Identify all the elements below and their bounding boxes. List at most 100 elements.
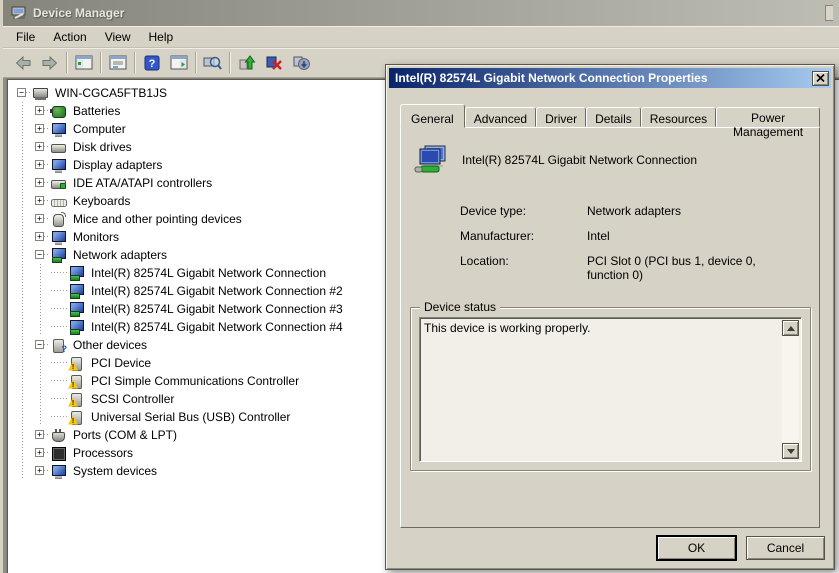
status-scrollbar[interactable] [782, 320, 799, 459]
tree-connector [51, 326, 67, 327]
tree-item-label: Ports (COM & LPT) [73, 428, 178, 442]
forward-button[interactable] [36, 50, 63, 75]
tab-resources[interactable]: Resources [640, 107, 717, 127]
tree-indent-line [31, 300, 49, 318]
tree-connector [44, 470, 49, 471]
menu-action[interactable]: Action [44, 27, 95, 47]
tree-expand-toggle[interactable] [49, 390, 67, 408]
tree-indent-line [13, 138, 31, 156]
tree-expand-toggle[interactable]: + [31, 192, 49, 210]
close-button[interactable] [812, 70, 829, 86]
device-icon [50, 446, 67, 461]
tree-expand-toggle[interactable]: − [13, 84, 31, 102]
tree-expand-toggle[interactable]: + [31, 174, 49, 192]
tree-item-label: Disk drives [73, 140, 132, 154]
scroll-down-button[interactable] [782, 443, 799, 459]
expand-box-icon: + [35, 448, 44, 457]
field-label-device-type: Device type: [460, 204, 527, 218]
back-button[interactable] [9, 50, 36, 75]
tree-indent-line [13, 174, 31, 192]
dialog-titlebar[interactable]: Intel(R) 82574L Gigabit Network Connecti… [389, 68, 831, 88]
tree-expand-toggle[interactable]: + [31, 120, 49, 138]
tree-item-label: Display adapters [73, 158, 163, 172]
tree-indent-line [13, 120, 31, 138]
properties-button[interactable] [104, 50, 131, 75]
tree-expand-toggle[interactable] [49, 354, 67, 372]
dialog-title: Intel(R) 82574L Gigabit Network Connecti… [395, 71, 708, 85]
device-icon [32, 86, 49, 101]
show-console-tree-button[interactable] [70, 50, 97, 75]
tree-indent-line [13, 426, 31, 444]
tab-power-management[interactable]: Power Management [716, 107, 820, 139]
tree-indent-line [13, 246, 31, 264]
tab-driver[interactable]: Driver [536, 107, 587, 127]
tree-expand-toggle[interactable] [49, 264, 67, 282]
expand-box-icon: + [35, 466, 44, 475]
tree-expand-toggle[interactable] [49, 318, 67, 336]
menu-help[interactable]: Help [140, 27, 183, 47]
cancel-button[interactable]: Cancel [746, 536, 825, 560]
device-status-label: Device status [420, 300, 501, 314]
tab-general[interactable]: General [400, 104, 465, 128]
field-value-location: PCI Slot 0 (PCI bus 1, device 0, functio… [587, 254, 756, 282]
tree-expand-toggle[interactable] [49, 300, 67, 318]
expand-box-icon: − [35, 250, 44, 259]
window-title: Device Manager [33, 6, 125, 20]
tree-connector [44, 236, 49, 237]
scroll-up-button[interactable] [782, 320, 799, 336]
ok-button[interactable]: OK [657, 536, 736, 560]
tree-connector [51, 416, 67, 417]
arrow-down-icon [786, 448, 795, 458]
tree-connector [44, 254, 49, 255]
tree-expand-toggle[interactable]: + [31, 102, 49, 120]
main-titlebar[interactable]: Device Manager [3, 0, 839, 26]
tree-item-label: WIN-CGCA5FTB1JS [55, 86, 168, 100]
device-icon [50, 122, 67, 137]
tree-item-label: PCI Device [91, 356, 152, 370]
tree-indent-line [13, 390, 31, 408]
device-icon [50, 140, 67, 155]
menu-bar: File Action View Help [3, 26, 839, 48]
scan-for-hardware-changes-button[interactable] [287, 50, 314, 75]
tree-expand-toggle[interactable] [49, 408, 67, 426]
device-status-textbox[interactable]: This device is working properly. [419, 317, 802, 462]
tree-expand-toggle[interactable]: + [31, 462, 49, 480]
device-icon [50, 428, 67, 443]
tab-details[interactable]: Details [586, 107, 641, 127]
menu-view[interactable]: View [96, 27, 140, 47]
help-button[interactable]: ? [138, 50, 165, 75]
tree-expand-toggle[interactable]: + [31, 444, 49, 462]
tree-indent-line [13, 210, 31, 228]
tree-connector [44, 200, 49, 201]
scan-button[interactable] [199, 50, 226, 75]
tree-expand-toggle[interactable]: + [31, 138, 49, 156]
expand-box-icon: + [35, 178, 44, 187]
tree-item-label: Intel(R) 82574L Gigabit Network Connecti… [91, 320, 343, 334]
toolbar-separator [195, 52, 196, 73]
device-status-text: This device is working properly. [424, 321, 591, 335]
tree-indent-line [31, 318, 49, 336]
uninstall-button[interactable] [260, 50, 287, 75]
tree-expand-toggle[interactable]: − [31, 336, 49, 354]
update-driver-software-button[interactable] [233, 50, 260, 75]
field-value-manufacturer: Intel [587, 229, 610, 243]
tree-expand-toggle[interactable]: + [31, 426, 49, 444]
tree-item-label: Network adapters [73, 248, 168, 262]
tree-expand-toggle[interactable]: − [31, 246, 49, 264]
tree-indent-line [13, 156, 31, 174]
tree-expand-toggle[interactable]: + [31, 156, 49, 174]
tab-advanced[interactable]: Advanced [464, 107, 537, 127]
tree-item-label: IDE ATA/ATAPI controllers [73, 176, 213, 190]
menu-file[interactable]: File [7, 27, 44, 47]
tree-expand-toggle[interactable]: + [31, 210, 49, 228]
show-action-pane-button[interactable] [165, 50, 192, 75]
expand-box-icon: − [35, 340, 44, 349]
tree-indent-line [13, 372, 31, 390]
device-name: Intel(R) 82574L Gigabit Network Connecti… [462, 153, 698, 167]
tree-indent-line [13, 408, 31, 426]
caption-button-sliver[interactable] [825, 5, 833, 21]
field-label-manufacturer: Manufacturer: [460, 229, 535, 243]
tree-expand-toggle[interactable] [49, 282, 67, 300]
tree-expand-toggle[interactable]: + [31, 228, 49, 246]
tree-expand-toggle[interactable] [49, 372, 67, 390]
